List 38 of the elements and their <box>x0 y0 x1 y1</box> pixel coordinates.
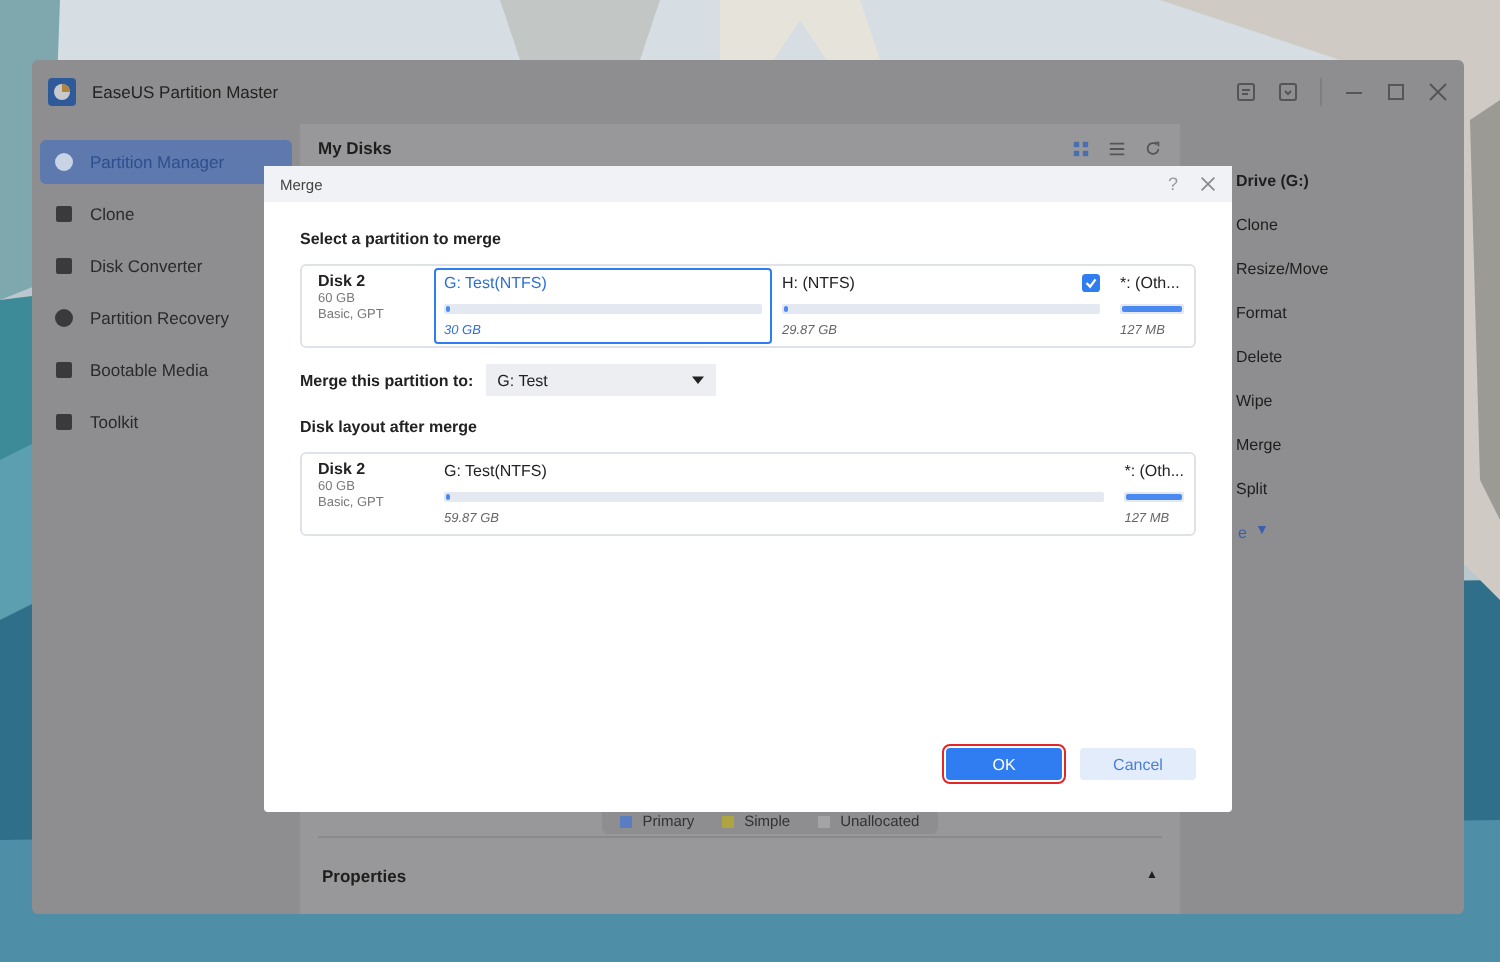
partition-label: G: Test(NTFS) <box>444 462 547 480</box>
partition-label: *: (Oth... <box>1120 274 1180 292</box>
checkbox[interactable] <box>1082 274 1100 292</box>
action-item[interactable]: Split <box>1236 480 1464 524</box>
partition-label: G: Test(NTFS) <box>444 274 547 292</box>
action-item[interactable]: Delete <box>1236 348 1464 392</box>
action-item[interactable]: Wipe <box>1236 392 1464 436</box>
action-item[interactable]: Merge <box>1236 436 1464 480</box>
cancel-button[interactable]: Cancel <box>1080 748 1196 780</box>
section-title: My Disks <box>318 138 392 158</box>
action-item[interactable]: Resize/Move <box>1236 260 1464 304</box>
close-icon[interactable] <box>1200 176 1216 192</box>
help-button[interactable]: ? <box>1167 174 1178 194</box>
partition-label: *: (Oth... <box>1124 462 1184 480</box>
caret-icon <box>691 375 704 385</box>
close-icon[interactable] <box>1428 82 1448 102</box>
section-heading: Select a partition to merge <box>300 230 503 248</box>
window-title: EaseUS Partition Master <box>92 82 279 102</box>
grid-view-icon[interactable] <box>1072 139 1090 157</box>
maximize-icon[interactable] <box>1386 82 1406 102</box>
action-item[interactable]: Clone <box>1236 216 1464 260</box>
drive-title: Drive (G:) <box>1236 172 1311 194</box>
app-logo-icon <box>48 78 76 106</box>
refresh-icon[interactable] <box>1144 139 1162 157</box>
partition-dropdown[interactable]: G: Test <box>485 364 716 396</box>
ok-button[interactable]: OK <box>946 748 1062 780</box>
note-icon[interactable] <box>1236 82 1256 102</box>
section-heading: Disk layout after merge <box>300 418 479 436</box>
disk-name: Disk 2 <box>318 460 368 478</box>
list-view-icon[interactable] <box>1108 139 1126 157</box>
sidebar-item[interactable]: Clone <box>40 192 292 236</box>
disk-name: Disk 2 <box>318 272 368 290</box>
partition-label: H: (NTFS) <box>782 274 855 292</box>
dropdown-icon[interactable] <box>1278 82 1298 102</box>
sidebar-item[interactable]: Disk Converter <box>40 244 292 288</box>
section-title: Properties <box>322 866 407 886</box>
field-label: Merge this partition to: <box>300 371 474 389</box>
action-item[interactable]: Format <box>1236 304 1464 348</box>
